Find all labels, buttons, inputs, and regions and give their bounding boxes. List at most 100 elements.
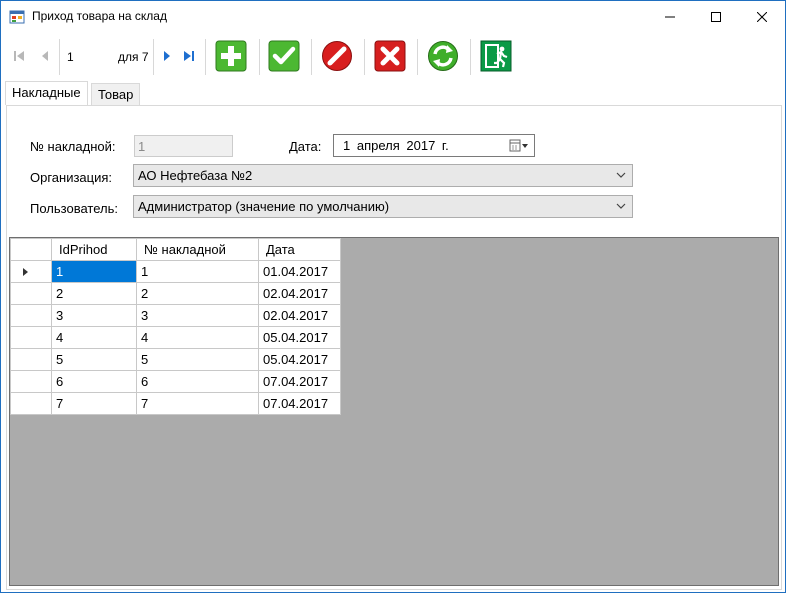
- calendar-dropdown-icon[interactable]: [509, 139, 529, 153]
- edit-button[interactable]: [321, 40, 353, 72]
- invoices-data-grid[interactable]: IdPrihod № накладной Дата 1 1 01.04.2017 2 2…: [9, 237, 779, 586]
- column-header-idprihod[interactable]: IdPrihod: [51, 238, 137, 261]
- user-combobox[interactable]: Администратор (значение по умолчанию): [133, 195, 633, 218]
- close-button[interactable]: [739, 1, 785, 32]
- toolbar-separator: [364, 39, 365, 75]
- move-first-button[interactable]: [11, 48, 27, 64]
- invoice-number-field: 1: [134, 135, 233, 157]
- organization-combobox[interactable]: АО Нефтебаза №2: [133, 164, 633, 187]
- row-header[interactable]: [10, 370, 52, 393]
- grid-cell[interactable]: 7: [51, 392, 137, 415]
- tab-goods[interactable]: Товар: [91, 83, 141, 105]
- move-previous-icon: [42, 51, 48, 61]
- row-header[interactable]: [10, 304, 52, 327]
- grid-cell[interactable]: 3: [136, 304, 259, 327]
- app-form-icon: [9, 10, 25, 24]
- grid-cell[interactable]: 02.04.2017: [258, 282, 341, 305]
- table-row[interactable]: 1 1 01.04.2017: [10, 260, 341, 283]
- table-row[interactable]: 3 3 02.04.2017: [10, 304, 341, 327]
- exit-icon: [480, 40, 512, 72]
- row-header-corner[interactable]: [10, 238, 52, 261]
- invoice-number-label: № накладной:: [30, 139, 116, 154]
- table-row[interactable]: 7 7 07.04.2017: [10, 392, 341, 415]
- chevron-down-icon: [616, 172, 626, 178]
- row-header[interactable]: [10, 260, 52, 283]
- main-window: Приход товара на склад для 7: [0, 0, 786, 593]
- refresh-button[interactable]: [427, 40, 459, 72]
- tab-label: Накладные: [12, 85, 81, 100]
- grid-cell[interactable]: 05.04.2017: [258, 348, 341, 371]
- toolbar-separator: [417, 39, 418, 75]
- move-next-button[interactable]: [159, 48, 175, 64]
- grid-cell[interactable]: 6: [51, 370, 137, 393]
- date-picker[interactable]: 1 апреля 2017 г.: [333, 134, 535, 157]
- toolbar-separator: [470, 39, 471, 75]
- column-header-date[interactable]: Дата: [258, 238, 341, 261]
- organization-value: АО Нефтебаза №2: [138, 168, 253, 183]
- delete-button[interactable]: [374, 40, 406, 72]
- minimize-icon: [665, 16, 675, 17]
- row-header[interactable]: [10, 392, 52, 415]
- grid-cell[interactable]: 01.04.2017: [258, 260, 341, 283]
- organization-label: Организация:: [30, 170, 113, 185]
- minimize-button[interactable]: [647, 1, 693, 32]
- grid-cell[interactable]: 07.04.2017: [258, 392, 341, 415]
- window-title: Приход товара на склад: [32, 9, 167, 23]
- grid-cell[interactable]: 1: [51, 260, 137, 283]
- maximize-button[interactable]: [693, 1, 739, 32]
- tab-label: Товар: [98, 87, 134, 102]
- user-label: Пользователь:: [30, 201, 118, 216]
- move-next-icon: [164, 51, 170, 61]
- current-row-icon: [23, 267, 28, 276]
- grid-cell[interactable]: 2: [136, 282, 259, 305]
- tab-strip: Накладные Товар: [1, 81, 785, 105]
- tab-invoices[interactable]: Накладные: [5, 81, 88, 105]
- column-header-invoice-no[interactable]: № накладной: [136, 238, 259, 261]
- table-row[interactable]: 4 4 05.04.2017: [10, 326, 341, 349]
- data-grid-table: IdPrihod № накладной Дата 1 1 01.04.2017 2 2…: [10, 238, 341, 415]
- title-bar[interactable]: Приход товара на склад: [1, 1, 785, 32]
- grid-cell[interactable]: 6: [136, 370, 259, 393]
- add-button[interactable]: [215, 40, 247, 72]
- grid-cell[interactable]: 5: [136, 348, 259, 371]
- grid-cell[interactable]: 7: [136, 392, 259, 415]
- exit-button[interactable]: [480, 40, 512, 72]
- grid-cell[interactable]: 1: [136, 260, 259, 283]
- count-label: для 7: [118, 50, 149, 64]
- toolbar-separator: [259, 39, 260, 75]
- grid-cell[interactable]: 4: [136, 326, 259, 349]
- close-icon: [757, 11, 767, 22]
- row-header[interactable]: [10, 282, 52, 305]
- grid-cell[interactable]: 2: [51, 282, 137, 305]
- add-icon: [215, 40, 247, 72]
- edit-icon: [322, 41, 352, 71]
- move-last-button[interactable]: [181, 48, 197, 64]
- table-row[interactable]: 5 5 05.04.2017: [10, 348, 341, 371]
- grid-cell[interactable]: 07.04.2017: [258, 370, 341, 393]
- toolbar-separator: [205, 39, 206, 75]
- position-input[interactable]: [64, 46, 114, 67]
- delete-icon: [374, 40, 406, 72]
- header-row: IdPrihod № накладной Дата: [10, 238, 341, 261]
- grid-body: 1 1 01.04.2017 2 2 02.04.2017 3 3 02.04.2017 4 4 05…: [10, 260, 341, 415]
- grid-cell[interactable]: 5: [51, 348, 137, 371]
- check-icon: [268, 40, 300, 72]
- move-last-icon: [184, 51, 194, 61]
- toolbar-separator: [59, 39, 60, 75]
- grid-cell[interactable]: 4: [51, 326, 137, 349]
- grid-cell[interactable]: 02.04.2017: [258, 304, 341, 327]
- save-button[interactable]: [268, 40, 300, 72]
- move-first-icon: [14, 51, 24, 61]
- user-value: Администратор (значение по умолчанию): [138, 199, 390, 214]
- toolbar-separator: [311, 39, 312, 75]
- refresh-icon: [428, 41, 458, 71]
- move-previous-button[interactable]: [37, 48, 53, 64]
- table-row[interactable]: 2 2 02.04.2017: [10, 282, 341, 305]
- maximize-icon: [711, 11, 721, 22]
- grid-cell[interactable]: 3: [51, 304, 137, 327]
- grid-cell[interactable]: 05.04.2017: [258, 326, 341, 349]
- table-row[interactable]: 6 6 07.04.2017: [10, 370, 341, 393]
- row-header[interactable]: [10, 326, 52, 349]
- row-header[interactable]: [10, 348, 52, 371]
- date-label: Дата:: [289, 139, 322, 154]
